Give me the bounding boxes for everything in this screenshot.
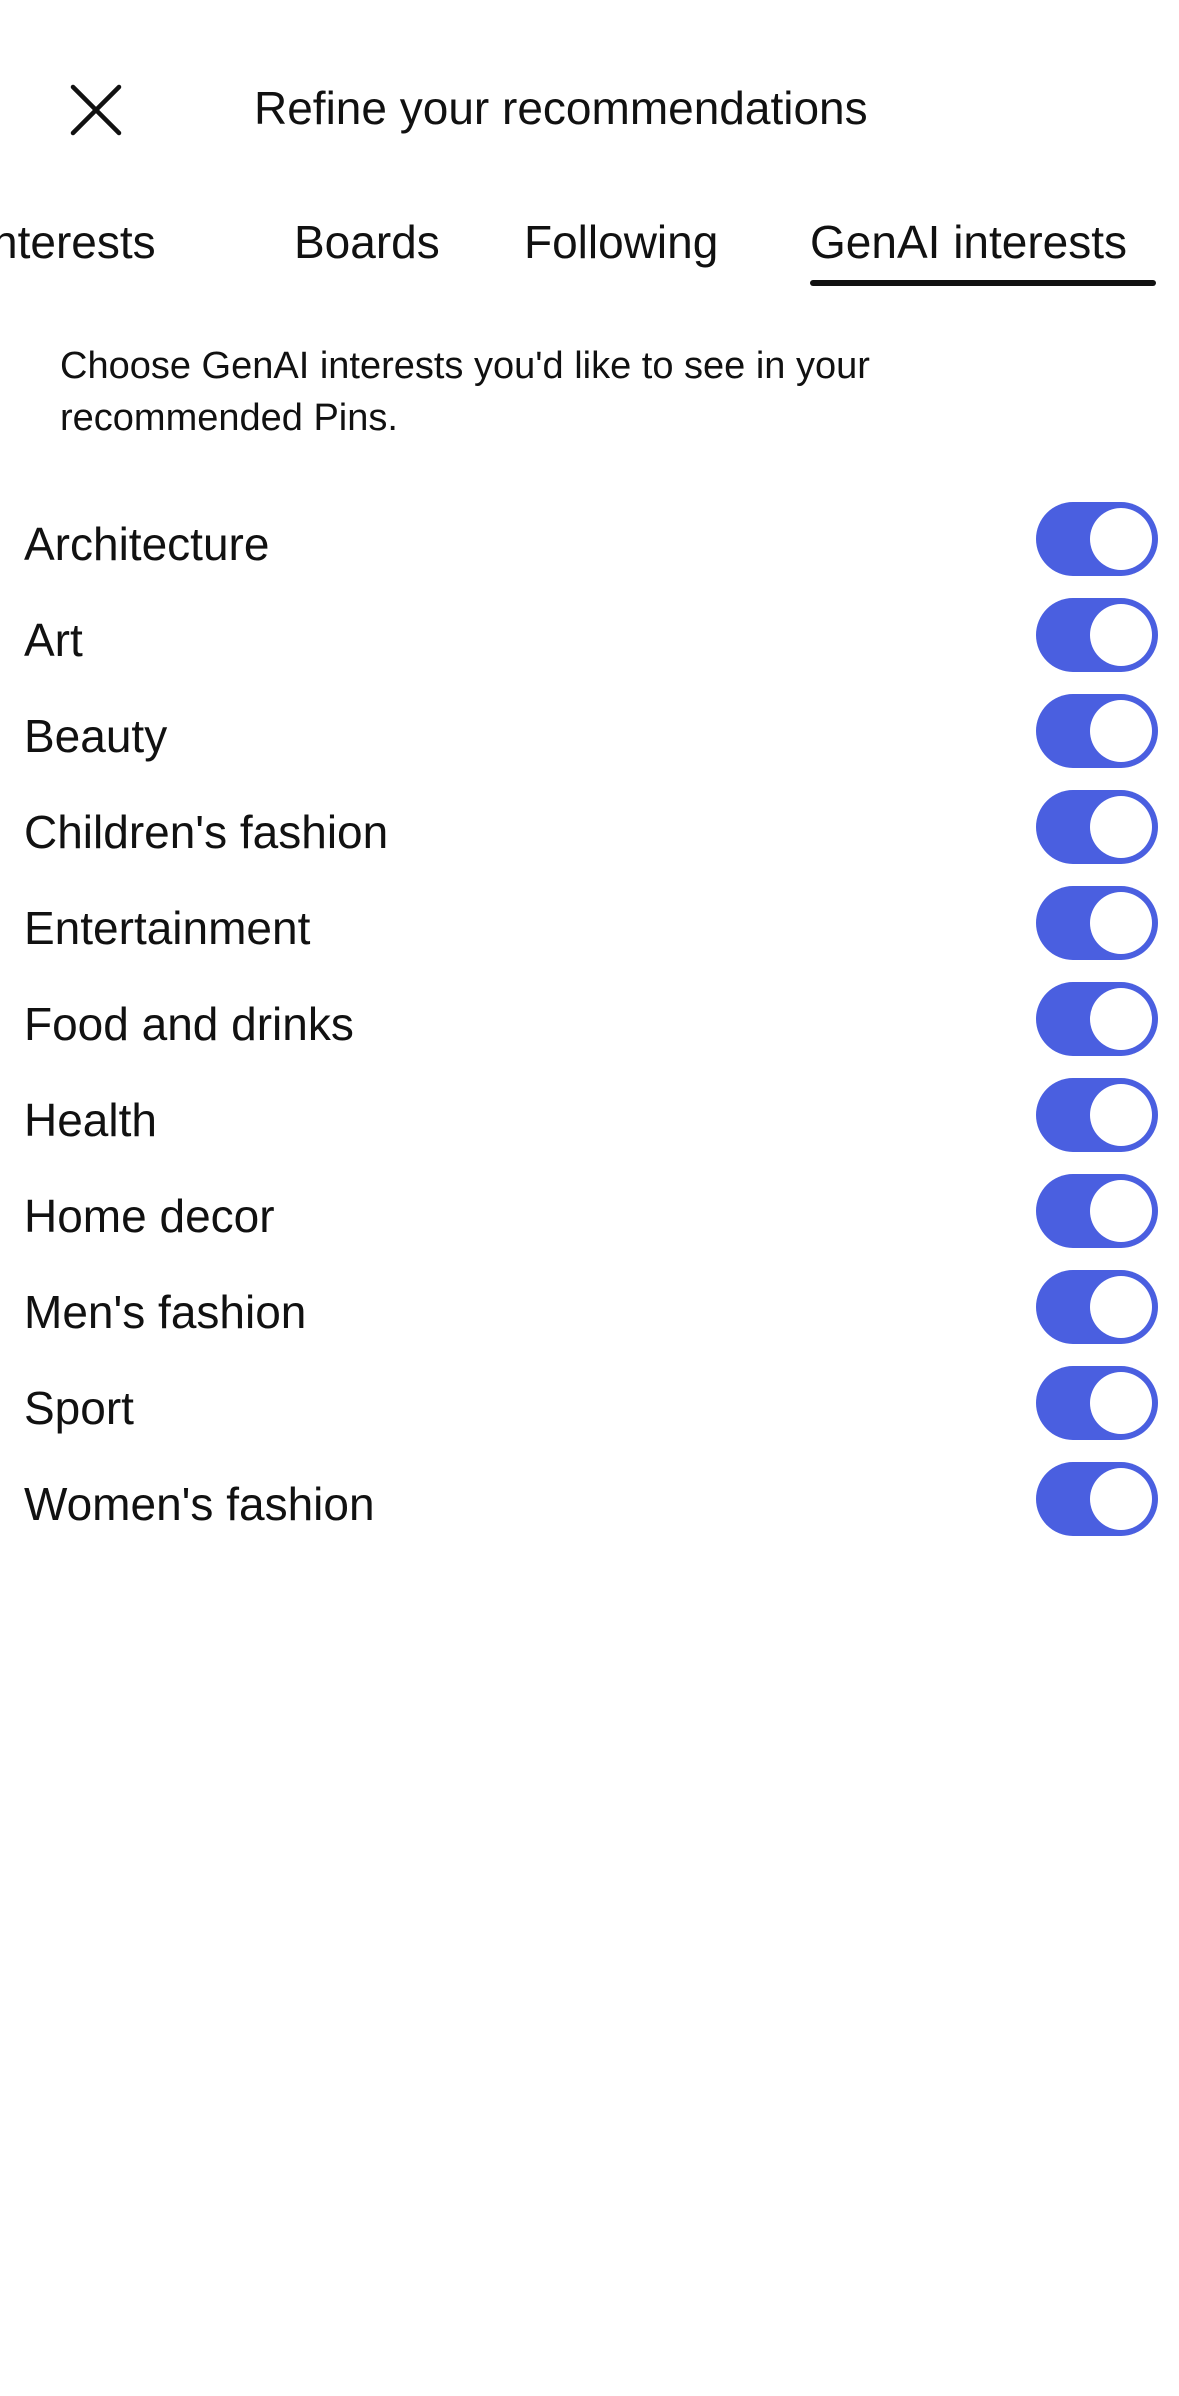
interest-label: Women's fashion <box>24 1478 375 1530</box>
interest-label: Beauty <box>24 710 168 762</box>
toggle-knob <box>1090 508 1152 570</box>
toggle-childrens-fashion[interactable] <box>1036 790 1158 864</box>
interest-label: Health <box>24 1094 157 1146</box>
tab-genai-interests[interactable]: GenAI interests <box>810 210 1127 274</box>
toggle-art[interactable] <box>1036 598 1158 672</box>
toggle-knob <box>1090 1276 1152 1338</box>
toggle-knob <box>1090 1084 1152 1146</box>
interest-row-art: Art <box>0 596 1179 692</box>
interest-row-food-and-drinks: Food and drinks <box>0 980 1179 1076</box>
description-text: Choose GenAI interests you'd like to see… <box>60 345 870 439</box>
toggle-knob <box>1090 700 1152 762</box>
page-title: Refine your recommendations <box>254 82 868 134</box>
toggle-home-decor[interactable] <box>1036 1174 1158 1248</box>
interest-row-sport: Sport <box>0 1364 1179 1460</box>
interest-label: Sport <box>24 1382 134 1434</box>
header: Refine your recommendations <box>0 0 1179 200</box>
toggle-beauty[interactable] <box>1036 694 1158 768</box>
interest-list: Architecture Art Beauty Children's fashi… <box>0 500 1179 1556</box>
toggle-knob <box>1090 796 1152 858</box>
interest-row-home-decor: Home decor <box>0 1172 1179 1268</box>
toggle-entertainment[interactable] <box>1036 886 1158 960</box>
interest-row-womens-fashion: Women's fashion <box>0 1460 1179 1556</box>
interest-label: Entertainment <box>24 902 311 954</box>
interest-row-mens-fashion: Men's fashion <box>0 1268 1179 1364</box>
tab-following[interactable]: Following <box>524 210 718 274</box>
interest-label: Food and drinks <box>24 998 354 1050</box>
close-button[interactable] <box>56 70 136 150</box>
interest-label: Men's fashion <box>24 1286 307 1338</box>
tab-bar: nterests Boards Following GenAI interest… <box>0 210 1179 290</box>
interest-row-architecture: Architecture <box>0 500 1179 596</box>
recommendations-page: Refine your recommendations nterests Boa… <box>0 0 1179 2396</box>
toggle-knob <box>1090 604 1152 666</box>
toggle-knob <box>1090 1372 1152 1434</box>
toggle-knob <box>1090 892 1152 954</box>
toggle-knob <box>1090 988 1152 1050</box>
toggle-womens-fashion[interactable] <box>1036 1462 1158 1536</box>
interest-label: Architecture <box>24 518 270 570</box>
interest-row-entertainment: Entertainment <box>0 884 1179 980</box>
active-tab-indicator <box>810 280 1156 286</box>
close-icon <box>70 84 122 136</box>
interest-row-childrens-fashion: Children's fashion <box>0 788 1179 884</box>
interest-row-beauty: Beauty <box>0 692 1179 788</box>
tab-boards[interactable]: Boards <box>294 210 440 274</box>
toggle-sport[interactable] <box>1036 1366 1158 1440</box>
toggle-health[interactable] <box>1036 1078 1158 1152</box>
interest-label: Home decor <box>24 1190 275 1242</box>
interest-label: Children's fashion <box>24 806 389 858</box>
toggle-food-and-drinks[interactable] <box>1036 982 1158 1056</box>
toggle-architecture[interactable] <box>1036 502 1158 576</box>
toggle-mens-fashion[interactable] <box>1036 1270 1158 1344</box>
toggle-knob <box>1090 1468 1152 1530</box>
interest-label: Art <box>24 614 83 666</box>
toggle-knob <box>1090 1180 1152 1242</box>
tab-interests[interactable]: nterests <box>0 210 156 274</box>
interest-row-health: Health <box>0 1076 1179 1172</box>
